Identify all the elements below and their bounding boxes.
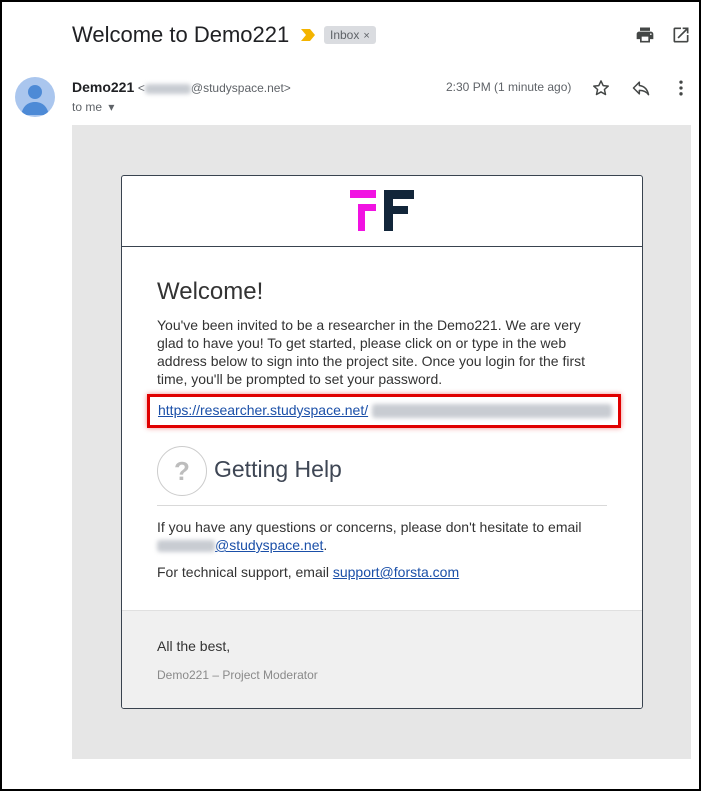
reply-icon[interactable] — [631, 78, 651, 98]
email-card: Welcome! You've been invited to be a res… — [121, 175, 643, 709]
highlighted-link-box: https://researcher.studyspace.net/ — [147, 394, 621, 428]
questions-paragraph: If you have any questions or concerns, p… — [157, 518, 617, 554]
inbox-label-text: Inbox — [330, 28, 360, 42]
card-footer: All the best, Demo221 – Project Moderato… — [122, 610, 642, 708]
more-vertical-icon[interactable] — [671, 78, 691, 98]
recipient-details-toggle[interactable]: to me ▾ — [72, 100, 114, 114]
signup-link[interactable]: https://researcher.studyspace.net/ — [158, 402, 368, 418]
remove-label-icon[interactable]: × — [363, 30, 369, 42]
getting-help-heading: Getting Help — [214, 456, 342, 482]
signoff-text: All the best, — [157, 638, 231, 654]
importance-marker-icon[interactable] — [301, 29, 315, 41]
support-prefix: For technical support, email — [157, 564, 333, 580]
inbox-label-chip: Inbox × — [324, 26, 376, 44]
recipient-label: to me — [72, 100, 103, 114]
section-divider — [157, 505, 607, 506]
questions-end: . — [323, 537, 328, 553]
email-subject: Welcome to Demo221 — [72, 22, 290, 47]
help-question-icon: ? — [157, 446, 207, 496]
welcome-heading: Welcome! — [157, 278, 264, 305]
email-timestamp: 2:30 PM (1 minute ago) — [446, 80, 572, 94]
open-in-new-window-icon[interactable] — [671, 25, 691, 45]
star-icon[interactable] — [591, 78, 611, 98]
sender-name[interactable]: Demo221 — [72, 79, 134, 95]
intro-paragraph: You've been invited to be a researcher i… — [157, 317, 586, 387]
redacted-email-user — [144, 83, 191, 94]
questions-text: If you have any questions or concerns, p… — [157, 519, 582, 535]
print-icon[interactable] — [635, 25, 655, 45]
screenshot-frame: Welcome to Demo221 Inbox × Demo221 < @stud… — [0, 0, 701, 791]
sender-email-prefix: < — [137, 81, 145, 95]
person-silhouette-icon — [21, 85, 49, 115]
sender-line: Demo221 < @studyspace.net> — [72, 79, 291, 95]
redacted-link-path — [372, 404, 612, 418]
sender-email-domain: @studyspace.net> — [190, 81, 291, 95]
chevron-down-icon: ▾ — [108, 100, 115, 114]
avatar-icon[interactable] — [15, 77, 55, 117]
redacted-contact-user — [157, 540, 215, 553]
contact-email-link[interactable]: @studyspace.net — [215, 537, 323, 553]
card-header — [122, 176, 642, 247]
forsta-logo — [350, 190, 414, 231]
support-email-link[interactable]: support@forsta.com — [333, 564, 459, 580]
support-line: For technical support, email support@for… — [157, 564, 459, 580]
moderator-signature: Demo221 – Project Moderator — [157, 668, 318, 682]
